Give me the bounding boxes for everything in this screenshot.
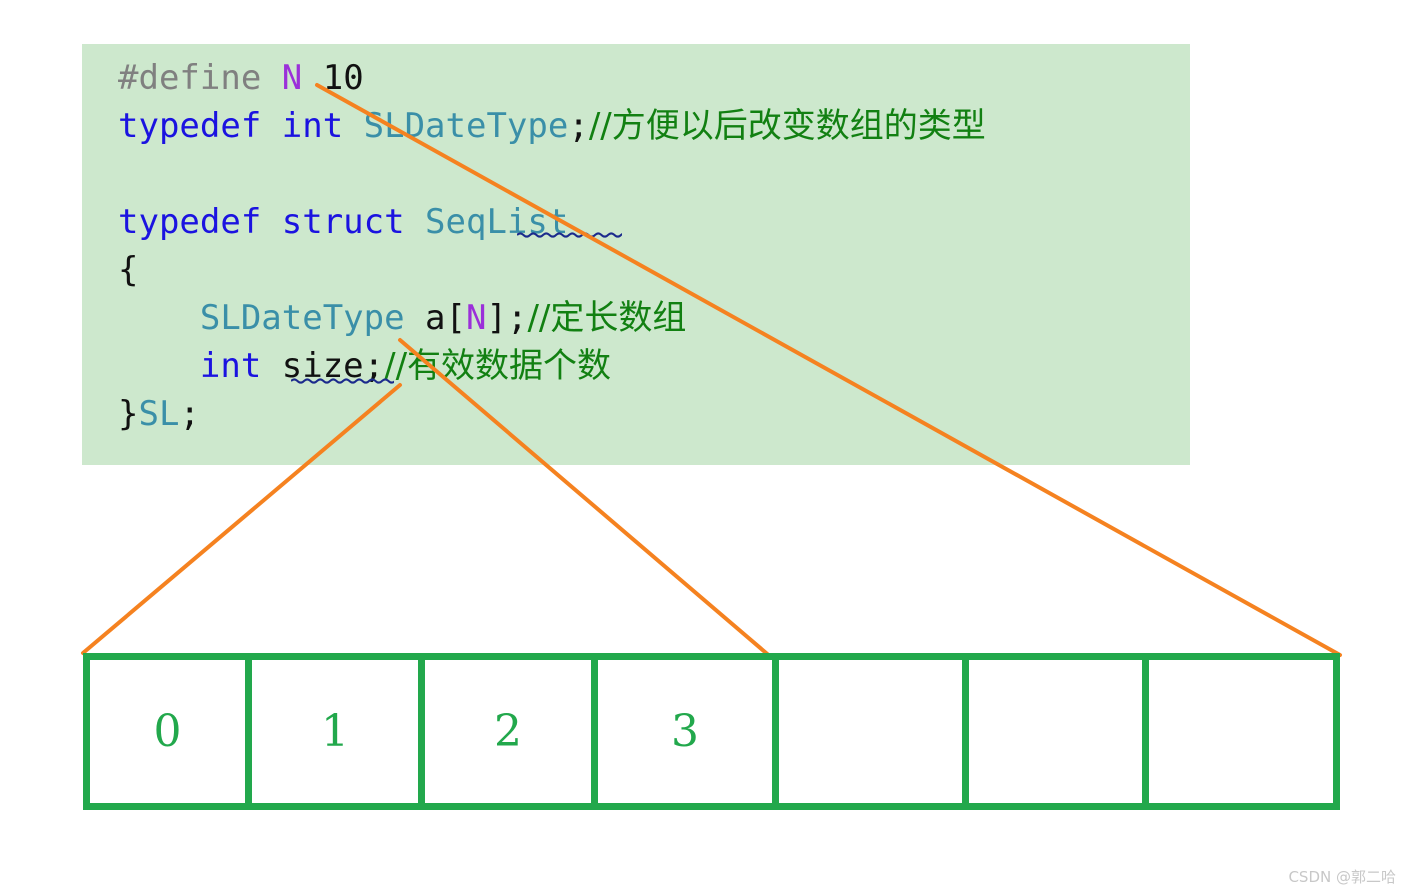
line-member-size: int size;//有效数据个数: [118, 342, 1190, 390]
line-typedef-int: typedef int SLDateType;//方便以后改变数组的类型: [118, 102, 1190, 150]
line-typedef-int-token-1: SLDateType: [363, 106, 569, 146]
line-member-a-token-4: //定长数组: [527, 298, 687, 338]
line-member-a: SLDateType a[N];//定长数组: [118, 294, 1190, 342]
line-typedef-int-token-0: typedef int: [118, 106, 364, 146]
array-cell-5: [969, 660, 1149, 803]
line-member-size-token-2: //有效数据个数: [384, 346, 612, 386]
line-typedef-struct-token-0: typedef struct: [118, 202, 426, 242]
squiggle-seqlist: [517, 229, 622, 239]
squiggle-size: [291, 375, 394, 385]
array-row: 0123: [83, 653, 1340, 810]
line-typedef-int-token-2: ;: [568, 106, 589, 146]
line-member-a-token-2: N: [466, 298, 487, 338]
code-snippet-block: #define N 10 typedef int SLDateType;//方便以…: [82, 44, 1190, 465]
array-cell-4: [779, 660, 969, 803]
line-open-brace-token-0: {: [118, 250, 139, 290]
line-define-token-2: 10: [302, 58, 364, 98]
line-member-a-token-0: SLDateType: [199, 298, 405, 338]
line-member-a-token-1: a[: [404, 298, 466, 338]
array-cell-0: 0: [90, 660, 252, 803]
line-close-brace-token-1: SL: [138, 394, 180, 434]
line-typedef-struct: typedef struct SeqList: [118, 198, 1190, 246]
array-cell-1: 1: [252, 660, 425, 803]
line-blank-1: [118, 150, 1190, 198]
array-cell-6: [1149, 660, 1347, 803]
line-define: #define N 10: [118, 54, 1190, 102]
line-close-brace-token-0: }: [118, 394, 139, 434]
csdn-watermark: CSDN @郭二哈: [1288, 868, 1396, 886]
line-close-brace: }SL;: [118, 390, 1190, 438]
line-open-brace: {: [118, 246, 1190, 294]
line-define-token-0: #define: [118, 58, 282, 98]
line-member-size-token-0: int: [199, 346, 262, 386]
array-cell-2: 2: [425, 660, 598, 803]
line-typedef-int-token-3: //方便以后改变数组的类型: [588, 106, 986, 146]
line-member-a-token-3: ];: [486, 298, 528, 338]
line-close-brace-token-2: ;: [179, 394, 200, 434]
array-cell-3: 3: [598, 660, 779, 803]
code-lines: #define N 10 typedef int SLDateType;//方便以…: [118, 54, 1190, 438]
array-diagram: 0123: [83, 653, 1340, 810]
line-define-token-1: N: [281, 58, 303, 98]
